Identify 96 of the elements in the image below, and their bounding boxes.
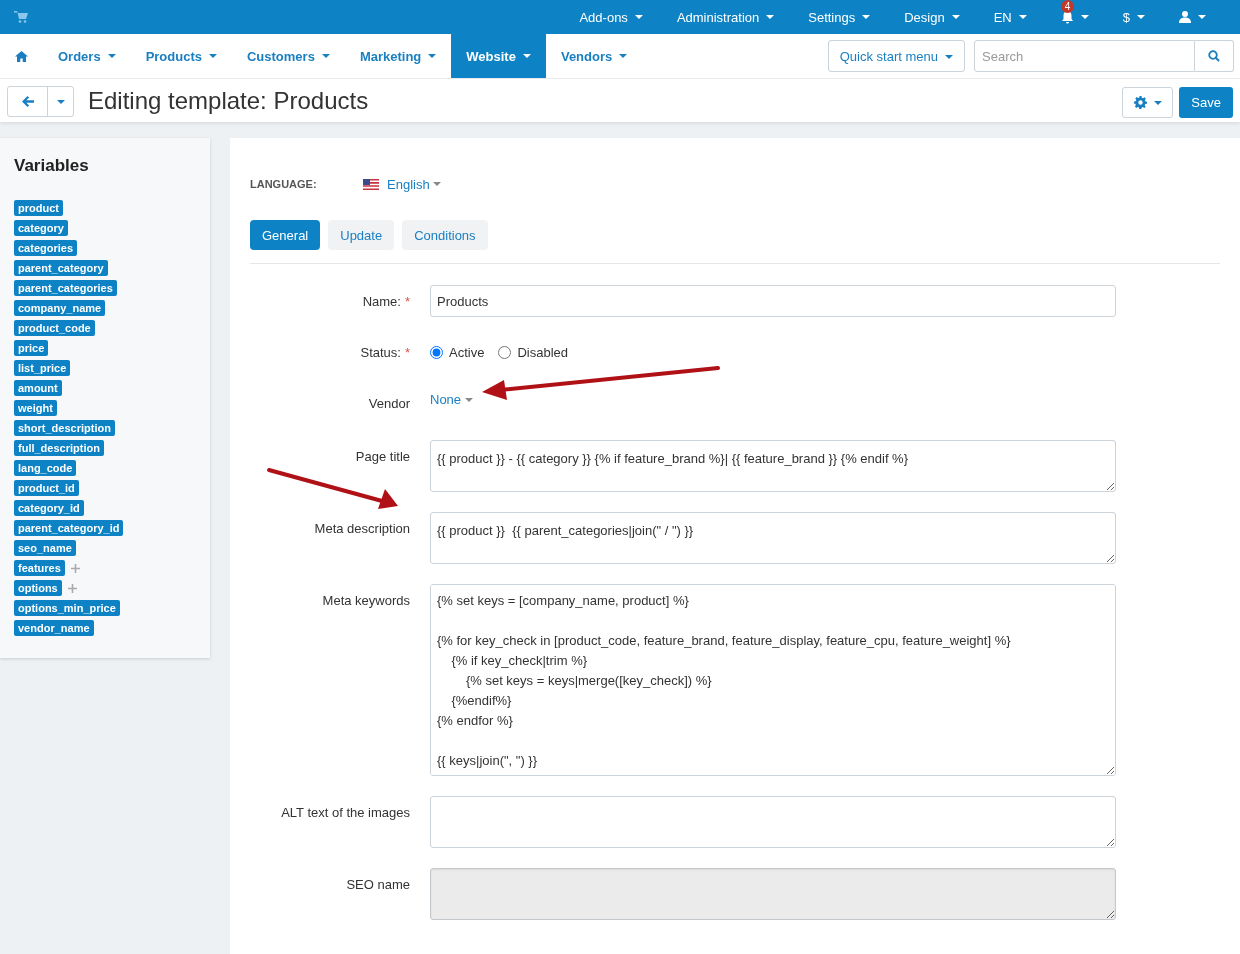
caret-icon: [1080, 15, 1089, 19]
caret-icon: [428, 54, 437, 58]
radio-label: Active: [449, 344, 485, 360]
field-label: Meta description: [314, 521, 410, 536]
search-button[interactable]: [1195, 40, 1234, 72]
search-field[interactable]: Search: [974, 40, 1195, 72]
menu-item[interactable]: EN: [979, 0, 1041, 34]
variable-tag[interactable]: parent_categories: [14, 280, 117, 296]
flag-icon: [363, 178, 379, 190]
caret-icon: [56, 99, 65, 104]
variable-tag[interactable]: company_name: [14, 300, 106, 316]
caret-icon: [522, 54, 531, 58]
variable-tag[interactable]: features: [14, 560, 65, 576]
variable-tag[interactable]: options: [14, 580, 62, 596]
nav-tab[interactable]: Orders: [43, 34, 131, 78]
caret-icon: [945, 55, 953, 60]
menu-item[interactable]: $: [1108, 0, 1159, 34]
tab[interactable]: Update: [328, 220, 395, 250]
settings-button[interactable]: [1122, 87, 1174, 118]
variable-tag[interactable]: lang_code: [14, 460, 77, 476]
caret-icon: [1018, 15, 1027, 19]
language-dropdown[interactable]: English: [363, 176, 441, 192]
caret-icon: [432, 182, 441, 186]
caret-icon: [1198, 15, 1206, 19]
text-field[interactable]: Products: [430, 285, 1116, 317]
variable-tag[interactable]: short_description: [14, 420, 115, 436]
required-mark: *: [404, 293, 410, 309]
radio-label: Disabled: [517, 344, 568, 360]
field-label: ALT text of the images: [281, 805, 410, 820]
quick-start-button[interactable]: Quick start menu: [827, 40, 965, 72]
variable-tag[interactable]: category_id: [14, 500, 84, 516]
tab[interactable]: General: [250, 220, 321, 250]
caret-icon: [209, 54, 217, 58]
variable-tag[interactable]: product_code: [14, 320, 95, 336]
gear-icon: [1133, 96, 1147, 109]
field-label: Page title: [355, 449, 410, 464]
nav-tab[interactable]: Marketing: [344, 34, 452, 78]
field-label: Name:: [362, 293, 401, 309]
search-icon: [1208, 50, 1220, 62]
field-label: SEO name: [346, 877, 410, 892]
text-area[interactable]: {{ product }} - {{ category }} {% if feature_brand %}| {{ feature_brand }} {% endif %}: [430, 440, 1116, 492]
variable-tag[interactable]: vendor_name: [14, 620, 94, 636]
variable-tag[interactable]: amount: [14, 380, 62, 396]
menu-item[interactable]: Design: [890, 0, 974, 34]
save-button[interactable]: Save: [1179, 87, 1233, 118]
user-icon: [1179, 11, 1191, 23]
variable-tag[interactable]: category: [14, 220, 68, 236]
cart-icon[interactable]: [14, 11, 28, 23]
text-area[interactable]: {% set keys = [company_name, product] %} {% for key_check in [product_code, feature_brand, feature_display, feature_cpu, feature_weight] %} {% if key_check|trim %} {% set keys = keys|merge([key_check]) %} {%endif%} {% endfor %} {{ keys|join(", ") }}: [430, 584, 1116, 776]
variable-tag[interactable]: price: [14, 340, 49, 356]
language-label: LANGUAGE:: [250, 178, 318, 190]
variable-tag[interactable]: parent_category_id: [14, 520, 124, 536]
variable-tag[interactable]: parent_category: [14, 260, 108, 276]
variable-tag[interactable]: list_price: [14, 360, 71, 376]
caret-icon: [862, 15, 871, 19]
text-area[interactable]: {{ product }} {{ parent_categories|join(" / ") }}: [430, 512, 1116, 564]
radio-button[interactable]: [430, 345, 443, 359]
caret-icon: [766, 15, 775, 19]
plus-icon[interactable]: [70, 563, 80, 573]
nav-tab[interactable]: Products: [130, 34, 232, 78]
variable-tag[interactable]: product_id: [14, 480, 79, 496]
home-icon[interactable]: [15, 50, 28, 62]
caret-icon: [1153, 100, 1162, 105]
vendor-dropdown[interactable]: None: [430, 388, 474, 411]
nav-tab[interactable]: Vendors: [545, 34, 643, 78]
plus-icon[interactable]: [67, 583, 77, 593]
variable-tag[interactable]: weight: [14, 400, 57, 416]
caret-icon: [321, 54, 330, 58]
required-mark: *: [404, 344, 410, 360]
nav-tab[interactable]: Website: [451, 34, 546, 78]
caret-icon: [107, 54, 116, 58]
menu-item[interactable]: Add-ons: [565, 0, 657, 34]
field-label: Status:: [360, 344, 401, 360]
back-arrow-icon: [21, 96, 34, 107]
menu-item[interactable]: Administration: [662, 0, 789, 34]
menu-item[interactable]: Settings: [794, 0, 885, 34]
caret-icon: [465, 397, 474, 402]
caret-icon: [951, 15, 960, 19]
variable-tag[interactable]: seo_name: [14, 540, 76, 556]
sidebar-title: Variables: [14, 156, 90, 176]
bell-icon: [1060, 10, 1074, 24]
page-title: Editing template: Products: [88, 86, 369, 115]
caret-icon: [619, 54, 628, 58]
caret-icon: [634, 15, 643, 19]
variable-tag[interactable]: full_description: [14, 440, 104, 456]
variable-tag[interactable]: categories: [14, 240, 78, 256]
caret-icon: [1137, 15, 1145, 19]
field-label: Meta keywords: [322, 593, 410, 608]
radio-button[interactable]: [498, 345, 512, 359]
tab[interactable]: Conditions: [402, 220, 488, 250]
notifications-button[interactable]: 4: [1046, 0, 1103, 34]
variable-tag[interactable]: product: [14, 200, 63, 216]
notification-badge: 4: [1060, 0, 1075, 13]
variable-tag[interactable]: options_min_price: [14, 600, 120, 616]
nav-tab[interactable]: Customers: [232, 34, 345, 78]
field-label: Vendor: [368, 396, 410, 411]
